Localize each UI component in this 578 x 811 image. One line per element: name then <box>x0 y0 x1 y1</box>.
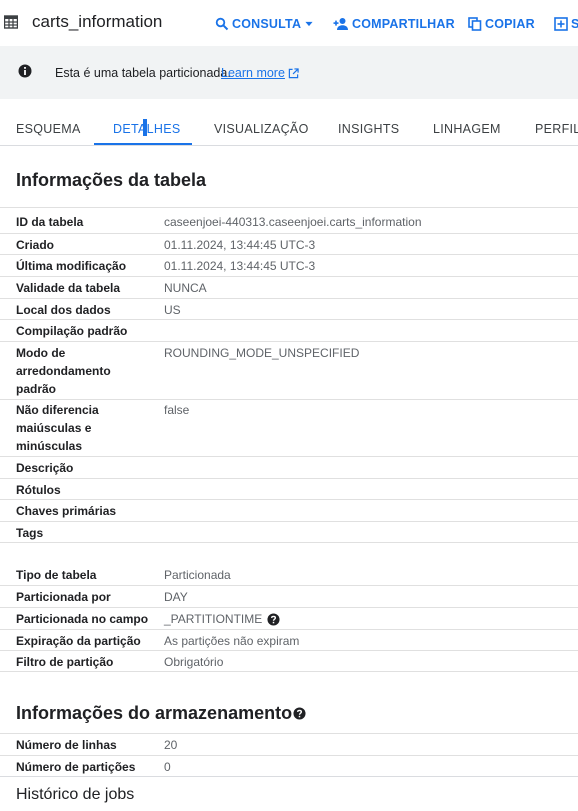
toolbar: carts_information CONSULTA COMPARTILHAR … <box>0 0 578 46</box>
detail-row: Criado 01.11.2024, 13:44:45 UTC-3 <box>0 233 578 254</box>
query-button[interactable]: CONSULTA <box>215 17 317 31</box>
help-icon[interactable] <box>293 707 306 720</box>
detail-key: Chaves primárias <box>16 504 117 518</box>
divider <box>0 671 578 672</box>
help-icon[interactable] <box>267 612 280 626</box>
detail-value: false <box>164 403 190 417</box>
detail-row: Última modificação 01.11.2024, 13:44:45 … <box>0 254 578 276</box>
detail-row: Tipo de tabela Particionada <box>0 564 578 585</box>
banner-text: Esta é uma tabela particionada. <box>55 66 231 80</box>
tab-profile[interactable]: PERFIL I <box>535 122 578 136</box>
detail-row: Tags <box>0 521 578 543</box>
detail-key: Particionada no campo <box>16 612 149 626</box>
learn-more-label: Learn more <box>221 66 285 80</box>
detail-value: caseenjoei-440313.caseenjoei.carts_infor… <box>164 215 422 229</box>
detail-value: 0 <box>164 760 171 774</box>
detail-key: Descrição <box>16 461 74 475</box>
copy-icon <box>468 17 482 31</box>
detail-key: Última modificação <box>16 259 127 273</box>
detail-value: US <box>164 303 181 317</box>
info-icon <box>18 64 32 78</box>
add-box-icon <box>554 17 568 31</box>
detail-key: Particionada por <box>16 590 111 604</box>
detail-value: Obrigatório <box>164 655 224 669</box>
copy-button-label: COPIAR <box>485 17 535 31</box>
detail-value: Particionada <box>164 568 231 582</box>
tab-bar: ESQUEMA DETALHES VISUALIZAÇÃO INSIGHTS L… <box>0 99 578 146</box>
detail-value: NUNCA <box>164 281 207 295</box>
tab-schema[interactable]: ESQUEMA <box>16 122 81 136</box>
detail-key: Modo de arredondamento padrão <box>16 346 111 396</box>
active-tab-indicator <box>94 143 192 145</box>
detail-value: 01.11.2024, 13:44:45 UTC-3 <box>164 238 316 252</box>
detail-row: Particionada no campo _PARTITIONTIME <box>0 607 578 629</box>
partition-banner: Esta é uma tabela particionada. Learn mo… <box>0 46 578 99</box>
detail-key: Expiração da partição <box>16 634 141 648</box>
detail-key: Criado <box>16 238 55 252</box>
detail-row: Descrição <box>0 456 578 478</box>
detail-value: DAY <box>164 590 188 604</box>
share-button-label: COMPARTILHAR <box>352 17 455 31</box>
detail-row: Número de partições 0 <box>0 755 578 777</box>
detail-key: Número de partições <box>16 760 136 774</box>
copy-button[interactable]: COPIAR <box>468 17 535 31</box>
tab-preview[interactable]: VISUALIZAÇÃO <box>214 122 309 136</box>
detail-key: Tags <box>16 526 44 540</box>
job-history-panel[interactable]: Histórico de jobs <box>0 776 578 811</box>
detail-value: 20 <box>164 738 178 752</box>
learn-more-link[interactable]: Learn more <box>221 66 299 80</box>
detail-row: Chaves primárias <box>0 499 578 521</box>
detail-key: Rótulos <box>16 483 61 497</box>
detail-key: Validade da tabela <box>16 281 121 295</box>
search-icon <box>215 17 229 31</box>
detail-value: 01.11.2024, 13:44:45 UTC-3 <box>164 259 316 273</box>
table-info-heading: Informações da tabela <box>16 170 207 190</box>
detail-row: Expiração da partição As partições não e… <box>0 629 578 650</box>
detail-row: Particionada por DAY <box>0 585 578 607</box>
detail-key: Tipo de tabela <box>16 568 97 582</box>
detail-row: Rótulos <box>0 478 578 499</box>
table-icon <box>4 15 18 29</box>
detail-row: Não diferencia maiúsculas e minúsculas f… <box>0 399 578 456</box>
snapshot-button[interactable]: SI <box>554 17 578 31</box>
job-history-title: Histórico de jobs <box>16 786 135 803</box>
detail-row: Modo de arredondamento padrão ROUNDING_M… <box>0 341 578 399</box>
detail-value: ROUNDING_MODE_UNSPECIFIED <box>164 346 360 360</box>
detail-row: ID da tabela caseenjoei-440313.caseenjoe… <box>0 207 578 233</box>
detail-key: Local dos dados <box>16 303 111 317</box>
detail-key: Não diferencia maiúsculas e minúsculas <box>16 403 99 453</box>
detail-value: As partições não expiram <box>164 634 300 648</box>
detail-value-wrap: _PARTITIONTIME <box>164 610 280 628</box>
text-cursor <box>143 119 147 136</box>
person-add-icon <box>333 18 348 30</box>
detail-key: Filtro de partição <box>16 655 114 669</box>
chevron-down-icon <box>305 21 313 27</box>
detail-row: Número de linhas 20 <box>0 733 578 755</box>
share-button[interactable]: COMPARTILHAR <box>333 17 455 31</box>
tab-lineage[interactable]: LINHAGEM <box>433 122 501 136</box>
divider <box>0 542 578 543</box>
detail-row: Compilação padrão <box>0 319 578 341</box>
page-title: carts_information <box>32 12 163 31</box>
snapshot-button-label: SI <box>571 17 578 31</box>
tab-insights[interactable]: INSIGHTS <box>338 122 399 136</box>
detail-key: ID da tabela <box>16 215 84 229</box>
detail-value: _PARTITIONTIME <box>164 612 263 626</box>
query-button-label: CONSULTA <box>232 17 302 31</box>
external-link-icon <box>288 67 299 78</box>
detail-key: Número de linhas <box>16 738 117 752</box>
detail-row: Filtro de partição Obrigatório <box>0 650 578 672</box>
storage-info-heading: Informações do armazenamento <box>16 703 293 723</box>
detail-key: Compilação padrão <box>16 324 128 338</box>
detail-row: Validade da tabela NUNCA <box>0 276 578 298</box>
detail-row: Local dos dados US <box>0 298 578 319</box>
